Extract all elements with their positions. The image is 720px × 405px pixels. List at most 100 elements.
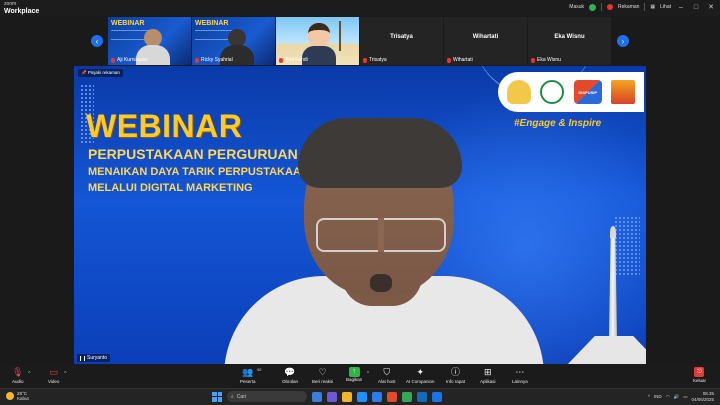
leave-button[interactable]: ⎋ Keluar xyxy=(693,367,706,383)
participant-tile[interactable]: Ardi Fandi xyxy=(276,17,359,65)
word-icon[interactable] xyxy=(417,391,427,402)
host-tools-button[interactable]: ⛉ Alat host xyxy=(378,367,396,384)
thumb-slide-title: WEBINAR xyxy=(195,20,229,27)
more-button[interactable]: ⋯ Lainnya xyxy=(512,367,528,384)
more-label: Lainnya xyxy=(512,379,528,384)
chat-icon: 💬 xyxy=(284,367,296,377)
grid-view-icon[interactable]: ▦ xyxy=(650,4,655,10)
wifi-icon[interactable]: ◠ xyxy=(666,394,670,400)
close-button[interactable]: ✕ xyxy=(706,3,716,11)
shield-check-icon[interactable] xyxy=(589,3,597,11)
participant-name: Aji Kurniawan xyxy=(117,57,148,63)
meeting-info-button[interactable]: ⓘ Info rapat xyxy=(446,367,465,384)
chat-button[interactable]: 💬 Obrolan xyxy=(282,367,298,384)
info-icon: ⓘ xyxy=(451,367,461,377)
recording-label[interactable]: Rekaman xyxy=(618,4,639,10)
participant-name: Trisatya xyxy=(369,57,387,63)
avatar xyxy=(308,23,330,47)
apps-button[interactable]: ⊞ Aplikasi xyxy=(480,367,496,384)
participant-name: Ricky Syahrial xyxy=(201,57,233,63)
speaker-name: Suryanto xyxy=(87,355,108,361)
mic-muted-icon xyxy=(195,57,199,63)
participant-tile[interactable]: WEBINAR Ricky Syahrial xyxy=(192,17,275,65)
taskbar-search[interactable]: ⌕ Cari xyxy=(227,391,307,402)
apps-label: Aplikasi xyxy=(480,379,496,384)
brand-bottom: Workplace xyxy=(4,8,40,15)
clock[interactable]: 08.35 04/06/2025 xyxy=(691,391,714,402)
reactions-button[interactable]: ♡ Beri reaksi xyxy=(312,367,333,384)
video-button[interactable]: ▭ Video ^ xyxy=(48,367,66,384)
speaker-glasses xyxy=(316,218,446,252)
participant-tile[interactable]: Wihartati Wihartati xyxy=(444,17,527,65)
video-label: Video xyxy=(48,379,60,384)
dispusip-logo: DISPUSIP xyxy=(573,80,602,104)
leave-icon: ⎋ xyxy=(694,367,705,377)
volume-icon[interactable]: 🔊 xyxy=(674,394,680,400)
divider xyxy=(644,3,646,11)
zoom-app-icon[interactable] xyxy=(372,391,382,402)
mic-muted-icon xyxy=(279,57,283,63)
audio-button[interactable]: 🎙 Audio ^ xyxy=(12,367,31,384)
search-placeholder: Cari xyxy=(236,393,246,400)
app-icon[interactable] xyxy=(387,391,397,402)
chevron-up-icon[interactable]: ^ xyxy=(64,371,66,377)
view-button[interactable]: Lihat xyxy=(660,4,671,10)
prev-page-button[interactable]: ‹ xyxy=(91,35,103,47)
minimize-button[interactable]: – xyxy=(676,4,686,11)
participant-tile[interactable]: Eka Wisnu Eka Wisnu xyxy=(528,17,611,65)
participants-button[interactable]: 👥 Peserta 92 xyxy=(240,367,262,384)
weather-condition: Kabut xyxy=(17,396,29,401)
meeting-controls: 🎙 Audio ^ ▭ Video ^ 👥 Peserta 92 💬 Obrol… xyxy=(0,365,720,388)
speaker-hair xyxy=(298,118,462,188)
chevron-right-icon: › xyxy=(621,36,625,46)
webinar-title: WEBINAR xyxy=(86,108,243,144)
file-explorer-icon[interactable] xyxy=(342,391,352,402)
shield-icon: ⛉ xyxy=(383,367,391,377)
task-view-icon[interactable] xyxy=(312,391,322,402)
signin-link[interactable]: Masuk xyxy=(569,4,584,10)
active-speaker-video[interactable]: 📌 Pinjaki rekaman WEBINAR PERPUSTAKAAN P… xyxy=(74,66,646,364)
apps-icon: ⊞ xyxy=(483,367,492,377)
language-indicator[interactable]: IND xyxy=(654,394,662,399)
speaker-name-label: Suryanto xyxy=(77,354,111,362)
battery-icon[interactable]: ▭ xyxy=(683,394,687,400)
participant-display-name: Wihartati xyxy=(472,34,499,40)
host-tools-label: Alat host xyxy=(378,379,396,384)
thumb-slide-title: WEBINAR xyxy=(111,20,145,27)
edge-icon[interactable] xyxy=(357,391,367,402)
chevron-up-icon[interactable]: ^ xyxy=(367,371,369,377)
chevron-up-icon[interactable]: ^ xyxy=(28,371,30,377)
weather-widget[interactable]: 28°C Kabut xyxy=(6,391,29,401)
chrome-icon[interactable] xyxy=(402,391,412,402)
monument-graphic xyxy=(566,226,646,364)
share-button[interactable]: ↑ Bagikan ^ xyxy=(346,367,369,382)
title-bar: zoom Workplace Masuk Rekaman ▦ Lihat – □… xyxy=(0,0,720,16)
sparkle-icon: ✦ xyxy=(416,367,425,377)
library-book-logo-icon xyxy=(611,80,636,104)
next-page-button[interactable]: › xyxy=(617,35,629,47)
leave-label: Keluar xyxy=(692,378,706,383)
windows-start-icon[interactable] xyxy=(212,391,222,402)
participant-tile[interactable]: Trisatya Trisatya xyxy=(360,17,443,65)
audio-label: Audio xyxy=(12,379,24,384)
speaker-beard xyxy=(370,274,392,292)
maximize-button[interactable]: □ xyxy=(691,4,701,11)
app-icon[interactable] xyxy=(327,391,337,402)
record-icon xyxy=(607,4,614,10)
weather-icon xyxy=(6,392,14,400)
chevron-up-icon[interactable]: ^ xyxy=(648,394,650,399)
brand-top: zoom xyxy=(4,1,17,7)
pin-label[interactable]: 📌 Pinjaki rekaman xyxy=(78,69,123,77)
meeting-info-label: Info rapat xyxy=(446,379,466,384)
mic-muted-icon xyxy=(363,57,367,63)
ai-companion-button[interactable]: ✦ AI Companion xyxy=(406,367,435,384)
pin-icon: 📌 xyxy=(81,70,87,75)
time: 08.35 xyxy=(702,391,714,396)
speaker-video-feed xyxy=(224,118,544,364)
participant-tile[interactable]: WEBINAR Aji Kurniawan xyxy=(108,17,191,65)
participant-display-name: Trisatya xyxy=(390,34,413,40)
divider xyxy=(601,3,603,11)
more-icon: ⋯ xyxy=(515,367,525,377)
app-icon[interactable] xyxy=(432,391,442,402)
chevron-left-icon: ‹ xyxy=(95,36,99,46)
